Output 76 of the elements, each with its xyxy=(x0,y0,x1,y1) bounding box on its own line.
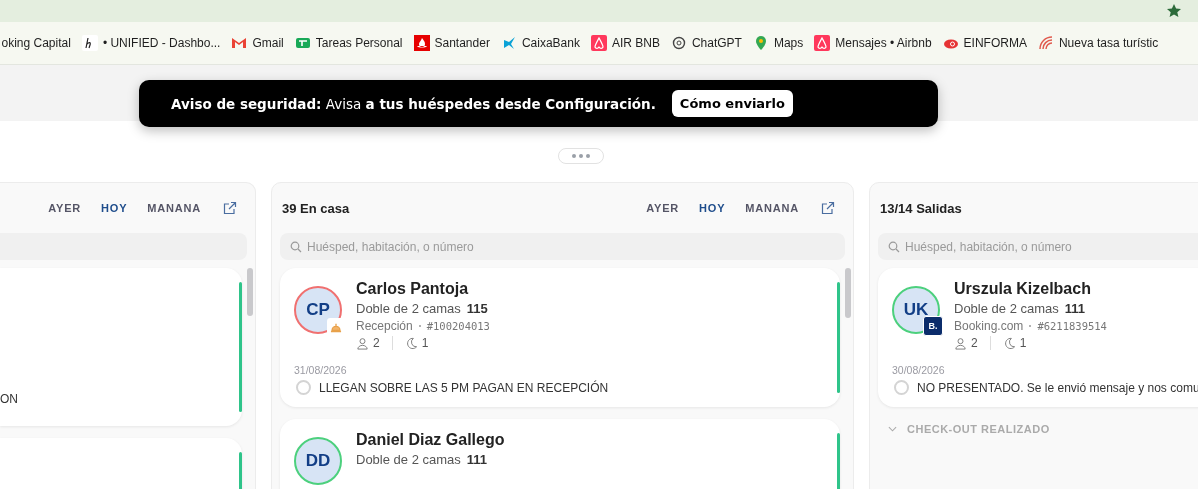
loop-icon xyxy=(590,35,607,51)
person-icon xyxy=(356,336,369,350)
task-checkbox[interactable] xyxy=(894,380,909,395)
guest-name: Carlos Pantoja xyxy=(356,280,470,298)
avatar: UK B. xyxy=(892,286,940,334)
task-checkbox[interactable] xyxy=(296,380,311,395)
drag-handle-icon[interactable] xyxy=(557,148,604,164)
day-tab[interactable]: AYER xyxy=(48,202,82,214)
section-title: CHECK-OUT REALIZADO xyxy=(907,423,1050,435)
night-count: 1 xyxy=(421,336,429,350)
spiral-icon xyxy=(1037,35,1054,51)
external-link-icon[interactable] xyxy=(223,201,237,215)
day-tab[interactable]: AYER xyxy=(646,202,680,214)
avatar: CP xyxy=(294,286,342,334)
room-number: 111 xyxy=(466,452,488,467)
search-field[interactable]: Huésped, habitación, o número xyxy=(280,233,845,260)
note-date: 30/08/2026 xyxy=(892,364,946,376)
moon-icon xyxy=(404,336,418,350)
bookmark-item[interactable]: Nueva tasa turístic xyxy=(1032,35,1164,51)
room-type: Doble de 2 camas xyxy=(954,301,1059,316)
note-date: 31/08/2026 xyxy=(294,364,348,376)
bookmark-item[interactable]: Gmail xyxy=(225,35,290,51)
avatar: DD xyxy=(294,437,342,485)
scrollbar-thumb[interactable] xyxy=(247,268,253,316)
column-title: 13/14 Salidas xyxy=(880,200,962,216)
envelope-icon xyxy=(231,35,248,51)
notice-text: Aviso de seguridad: Avisa a tus huéspedes desde Configuración. xyxy=(171,95,656,112)
note-text: ON xyxy=(0,392,18,406)
day-tab[interactable]: HOY xyxy=(699,202,726,214)
booking-source: Booking.com xyxy=(954,319,1024,333)
guest-card[interactable]: ON xyxy=(0,268,242,426)
day-tab[interactable]: MANANA xyxy=(147,202,201,214)
bookmark-item[interactable]: EINFORMA xyxy=(937,35,1033,51)
bookmark-item[interactable]: Santander xyxy=(408,35,496,51)
script-letter-icon xyxy=(81,35,98,51)
guest-card[interactable]: CP Carlos Pantoja Doble de 2 camas 115 Recepción #100204013 2 1 31/08/2026 LLEGAN SOBRE LAS 5 PM PAGAN EN RECEPCIÓN xyxy=(280,268,840,407)
booking-number: #6211839514 xyxy=(1037,320,1107,332)
guest-card[interactable]: UK B. Urszula Kizelbach Doble de 2 camas 111 Booking.com #6211839514 2 1 30/08/2026 NO PRESENTADO. Se le envió mensaje y nos comu xyxy=(878,268,1198,407)
room-type: Doble de 2 camas xyxy=(356,452,461,467)
guest-name: Daniel Diaz Gallego xyxy=(356,431,505,449)
room-number: 115 xyxy=(466,301,488,316)
card-icon xyxy=(294,35,311,51)
loop-icon xyxy=(814,35,831,51)
moon-icon xyxy=(1002,336,1016,350)
scrollbar-thumb[interactable] xyxy=(845,268,851,318)
bookmark-item[interactable]: Tareas Personal xyxy=(289,35,408,51)
bookmark-item[interactable]: oking Capital xyxy=(0,36,77,50)
flame-icon xyxy=(413,35,430,51)
search-icon xyxy=(290,241,302,253)
bookmark-item[interactable]: AIR BNB xyxy=(585,35,666,51)
guest-count: 2 xyxy=(373,336,380,350)
bell-icon xyxy=(327,318,345,336)
chevron-down-icon xyxy=(888,426,897,432)
guest-count: 2 xyxy=(971,336,978,350)
person-icon xyxy=(954,336,967,350)
booking-logo: B. xyxy=(923,316,943,336)
column-title: 39 En casa xyxy=(282,200,350,216)
booking-number: #100204013 xyxy=(426,320,490,332)
room-number: 111 xyxy=(1064,301,1086,316)
external-link-icon[interactable] xyxy=(821,201,835,215)
night-count: 1 xyxy=(1019,336,1027,350)
bookmark-item[interactable]: Mensajes • Airbnb xyxy=(808,35,938,51)
bookmark-item[interactable]: Maps xyxy=(747,35,809,51)
room-type: Doble de 2 camas xyxy=(356,301,461,316)
day-tab[interactable]: HOY xyxy=(101,202,128,214)
note-text: LLEGAN SOBRE LAS 5 PM PAGAN EN RECEPCIÓN xyxy=(319,380,609,395)
booking-source: Recepción xyxy=(356,319,413,333)
search-field[interactable]: Huésped, habitación, o número xyxy=(878,233,1198,260)
guest-name: Urszula Kizelbach xyxy=(954,280,1092,298)
search-icon xyxy=(888,241,900,253)
bookmark-item[interactable]: CaixaBank xyxy=(495,35,586,51)
note-text: NO PRESENTADO. Se le envió mensaje y nos comu xyxy=(917,380,1198,395)
day-tab[interactable]: MANANA xyxy=(745,202,799,214)
bookmark-item[interactable]: • UNIFIED - Dashbo... xyxy=(76,35,226,51)
how-to-send-button[interactable]: Cómo enviarlo xyxy=(671,90,793,117)
bookmark-item[interactable]: ChatGPT xyxy=(665,35,748,51)
